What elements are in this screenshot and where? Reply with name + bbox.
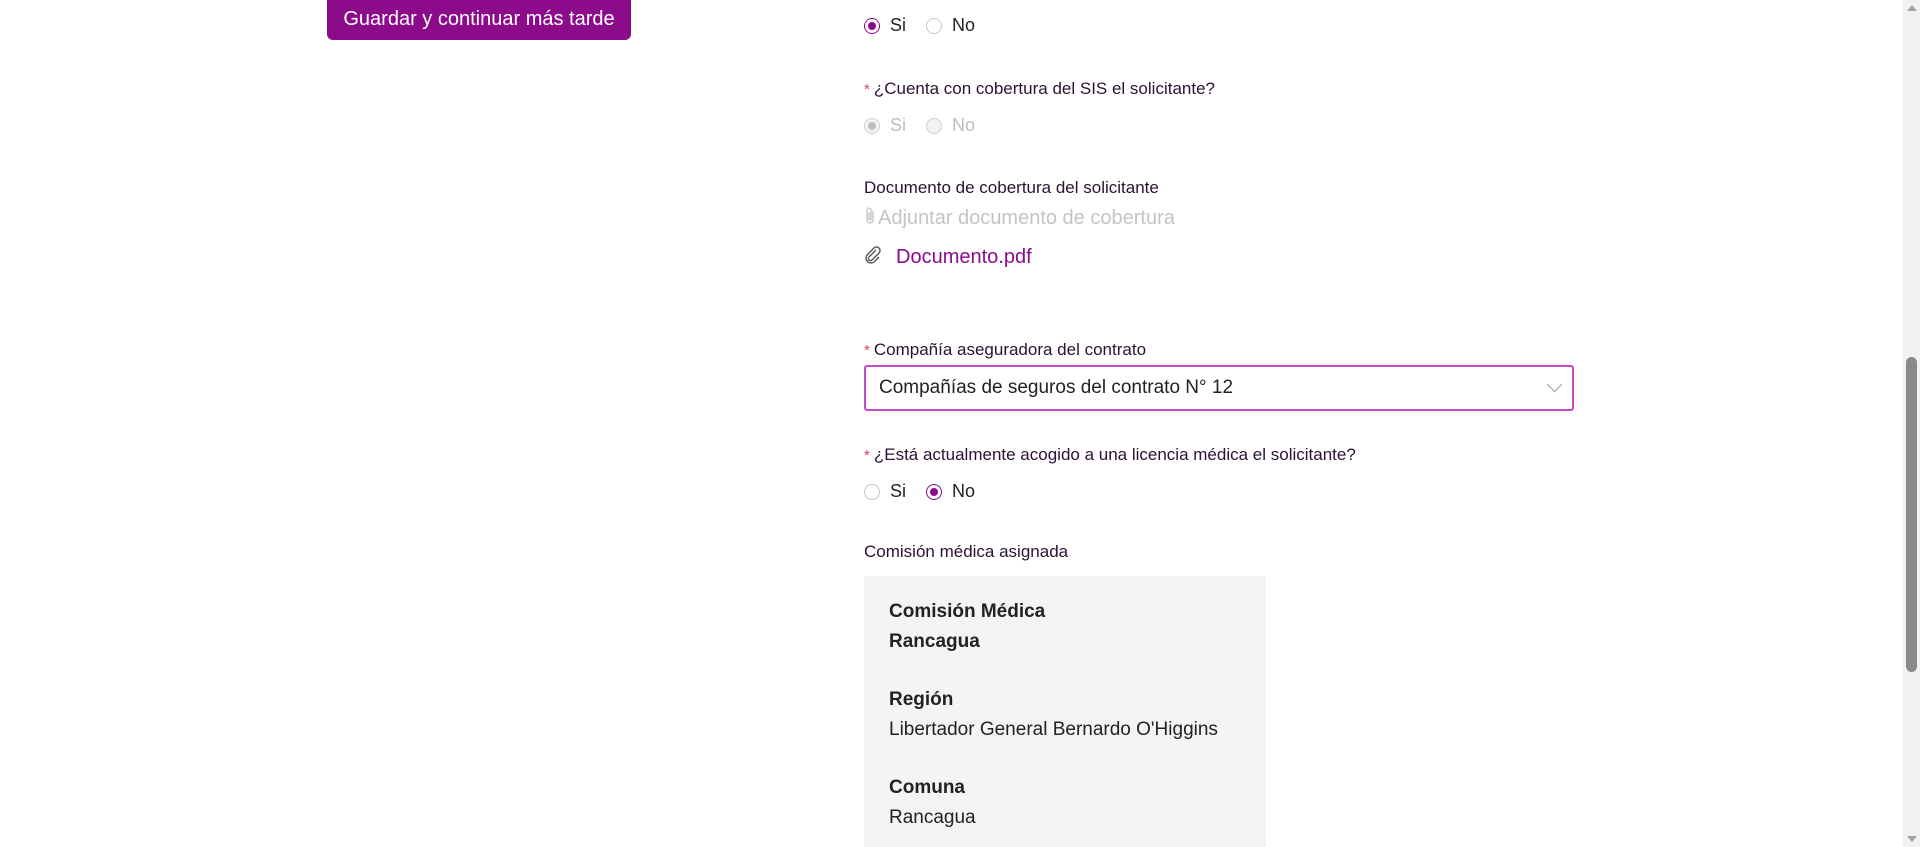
page: Guardar y continuar más tarde Si No * ¿Cu… <box>0 0 1920 847</box>
radio-license-no[interactable]: No <box>926 481 975 502</box>
insurer-label-text: Compañía aseguradora del contrato <box>873 340 1147 359</box>
radio-top-no[interactable]: No <box>926 15 975 36</box>
radio-sis-no: No <box>926 115 975 136</box>
radio-group-top: Si No <box>864 15 995 36</box>
scroll-down-arrow-icon[interactable] <box>1907 836 1917 842</box>
radio-group-license: Si No <box>864 481 995 502</box>
radio-top-no-control[interactable] <box>926 17 943 34</box>
required-asterisk: * <box>864 342 870 359</box>
attached-file-link[interactable]: Documento.pdf <box>896 246 1032 269</box>
scroll-up-arrow-icon[interactable] <box>1907 5 1917 11</box>
radio-sis-si-control <box>864 117 880 134</box>
radio-sis-si-label: Si <box>890 115 907 135</box>
sis-question-label: * ¿Cuenta con cobertura del SIS el solici… <box>864 79 1215 99</box>
insurer-select-value: Compañías de seguros del contrato N° 12 <box>879 377 1234 398</box>
required-asterisk: * <box>864 81 870 98</box>
radio-license-si[interactable]: Si <box>864 481 906 502</box>
coverage-doc-label: Documento de cobertura del solicitante <box>864 178 1159 197</box>
radio-license-no-label: No <box>952 481 976 501</box>
region-label: Región <box>889 689 954 710</box>
radio-license-si-control[interactable] <box>864 483 880 500</box>
save-later-button[interactable]: Guardar y continuar más tarde <box>327 0 631 40</box>
radio-license-si-label: Si <box>890 481 907 501</box>
vertical-scrollbar[interactable] <box>1903 0 1920 847</box>
scrollbar-thumb[interactable] <box>1906 357 1917 672</box>
paperclip-icon <box>864 246 882 269</box>
comuna-label: Comuna <box>889 777 965 798</box>
commission-card: Comisión Médica Rancagua Región Libertad… <box>864 576 1266 847</box>
radio-top-si[interactable]: Si <box>864 15 906 36</box>
attach-placeholder-text: Adjuntar documento de cobertura <box>878 207 1175 229</box>
commission-label: Comisión médica asignada <box>864 542 1069 561</box>
commission-name: Comisión Médica Rancagua <box>889 601 1046 652</box>
license-question-label: * ¿Está actualmente acogido a una licenci… <box>864 445 1356 465</box>
radio-group-sis: Si No <box>864 115 995 136</box>
insurer-select[interactable]: Compañías de seguros del contrato N° 12 <box>864 365 1574 411</box>
required-asterisk: * <box>864 447 870 464</box>
attached-file: Documento.pdf <box>864 246 1032 269</box>
radio-top-no-label: No <box>952 15 976 35</box>
sis-question-text: ¿Cuenta con cobertura del SIS el solicit… <box>873 79 1215 98</box>
attach-coverage-input[interactable]: Adjuntar documento de cobertura <box>864 206 1175 231</box>
chevron-down-icon <box>1546 376 1563 393</box>
radio-top-si-control[interactable] <box>864 17 880 34</box>
comuna-value: Rancagua <box>889 807 976 828</box>
paperclip-icon <box>864 206 876 231</box>
radio-top-si-label: Si <box>890 15 907 35</box>
radio-sis-si: Si <box>864 115 906 136</box>
license-question-text: ¿Está actualmente acogido a una licencia… <box>873 445 1356 464</box>
radio-sis-no-label: No <box>952 115 976 135</box>
insurer-label: * Compañía aseguradora del contrato <box>864 340 1146 360</box>
radio-license-no-control[interactable] <box>926 483 943 500</box>
radio-sis-no-control <box>926 117 943 134</box>
region-value: Libertador General Bernardo O'Higgins <box>889 719 1218 740</box>
